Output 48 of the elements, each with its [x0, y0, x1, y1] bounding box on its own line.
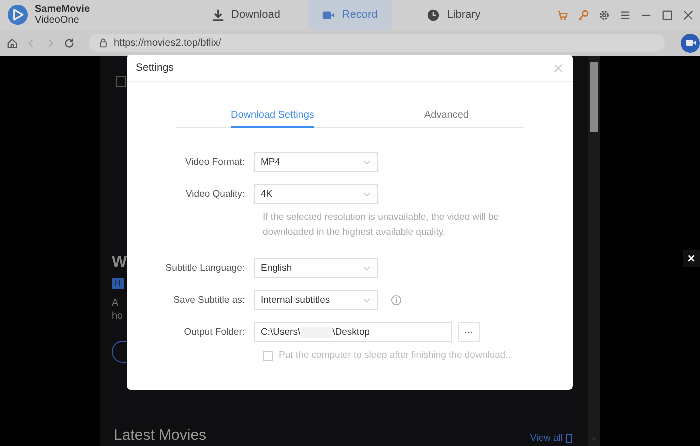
- dropdown[interactable]: English: [254, 258, 378, 278]
- field-label: Subtitle Language:: [164, 262, 246, 274]
- scrollbar-thumb[interactable]: [590, 62, 598, 132]
- field-label: Video Format:: [184, 156, 246, 168]
- settings-tab[interactable]: Advanced: [424, 107, 469, 128]
- section-title: Latest Movies: [114, 427, 207, 444]
- chevron-icon: [363, 298, 371, 302]
- dropdown[interactable]: 4K: [254, 184, 378, 204]
- movie-title: W: [112, 253, 128, 273]
- chevron-icon: [363, 192, 371, 196]
- close-icon[interactable]: [683, 10, 694, 20]
- close-icon: [687, 254, 696, 263]
- sleep-checkbox[interactable]: [263, 350, 273, 360]
- reload-icon[interactable]: [64, 38, 75, 48]
- sleep-option-label: Put the computer to sleep after finishing the download...: [279, 350, 514, 361]
- menu-icon[interactable]: [620, 10, 631, 20]
- clock-icon: [427, 8, 440, 22]
- app-name: SameMovie: [35, 4, 90, 15]
- dialog-title: Settings: [136, 62, 174, 74]
- quality-badge: H: [112, 278, 124, 289]
- nav-tab[interactable]: Library: [412, 0, 496, 30]
- checkbox-icon: [116, 76, 126, 87]
- field-label: Output Folder:: [183, 326, 246, 338]
- field-label: Video Quality:: [185, 188, 246, 200]
- settings-icon[interactable]: [599, 10, 610, 20]
- movie-description: A: [112, 297, 119, 310]
- app-subtitle: VideoOne: [35, 15, 80, 26]
- hint-text: If the selected resolution is unavailable, the video will be downloaded in the highest available quality.: [263, 211, 500, 240]
- movie-description: ho: [112, 310, 124, 323]
- download-icon: [212, 8, 225, 22]
- nav-tab[interactable]: Download: [204, 0, 288, 30]
- browse-button[interactable]: ···: [458, 322, 480, 342]
- scrollbar-track[interactable]: [588, 56, 600, 446]
- dropdown[interactable]: Internal subtitles: [254, 290, 378, 310]
- chevron-icon: [363, 160, 371, 164]
- maximize-icon[interactable]: [662, 10, 673, 20]
- view-all-link[interactable]: View all: [530, 433, 572, 444]
- field-label: Save Subtitle as:: [172, 294, 246, 306]
- app-logo-icon: [8, 5, 28, 25]
- record-button[interactable]: [681, 34, 700, 52]
- video-camera-icon: [684, 37, 696, 49]
- dropdown[interactable]: MP4: [254, 152, 378, 172]
- lock-icon: [99, 38, 108, 48]
- url-field[interactable]: https://movies2.top/bflix/: [89, 34, 665, 52]
- folder-path-field[interactable]: C:\Users\ \Desktop: [254, 322, 452, 342]
- home-icon[interactable]: [7, 38, 18, 48]
- close-button[interactable]: [683, 250, 700, 267]
- chevron-icon: [363, 266, 371, 270]
